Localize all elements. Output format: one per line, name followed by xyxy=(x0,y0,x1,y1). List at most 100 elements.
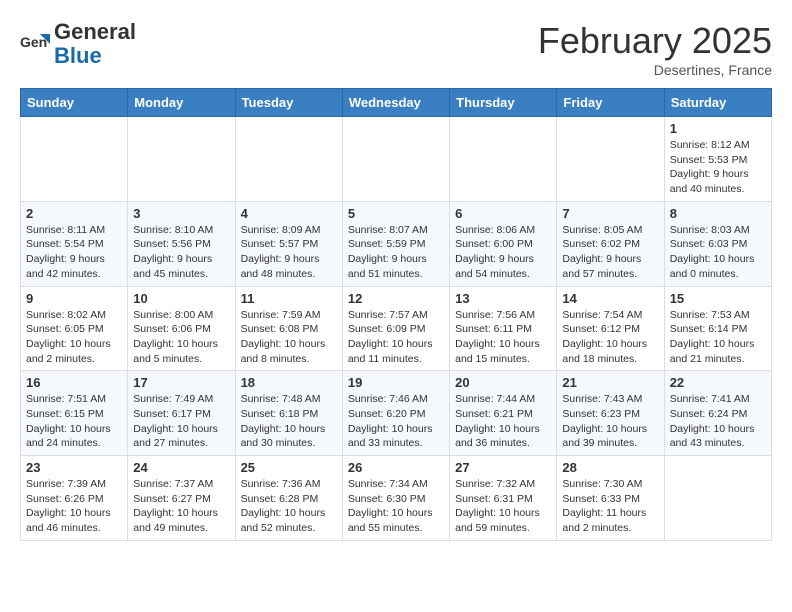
day-number: 15 xyxy=(670,291,766,306)
calendar-cell: 6Sunrise: 8:06 AM Sunset: 6:00 PM Daylig… xyxy=(450,201,557,286)
day-info: Sunrise: 8:09 AM Sunset: 5:57 PM Dayligh… xyxy=(241,223,337,282)
calendar-cell xyxy=(664,456,771,541)
location: Desertines, France xyxy=(538,62,772,78)
week-row-1: 2Sunrise: 8:11 AM Sunset: 5:54 PM Daylig… xyxy=(21,201,772,286)
day-info: Sunrise: 7:53 AM Sunset: 6:14 PM Dayligh… xyxy=(670,308,766,367)
day-number: 3 xyxy=(133,206,229,221)
logo: Gen General Blue xyxy=(20,20,136,68)
calendar-cell: 3 Sunrise: 8:10 AM Sunset: 5:56 PM Daylig… xyxy=(128,201,235,286)
weekday-header-friday: Friday xyxy=(557,89,664,117)
weekday-header-monday: Monday xyxy=(128,89,235,117)
day-info: Sunrise: 7:39 AM Sunset: 6:26 PM Dayligh… xyxy=(26,477,122,536)
day-info: Sunrise: 7:36 AM Sunset: 6:28 PM Dayligh… xyxy=(241,477,337,536)
day-number: 5 xyxy=(348,206,444,221)
logo-text: General Blue xyxy=(54,20,136,68)
calendar-cell: 9 Sunrise: 8:02 AM Sunset: 6:05 PM Daylig… xyxy=(21,286,128,371)
day-info: Sunrise: 7:59 AM Sunset: 6:08 PM Dayligh… xyxy=(241,308,337,367)
day-number: 22 xyxy=(670,375,766,390)
day-number: 18 xyxy=(241,375,337,390)
calendar-cell xyxy=(235,117,342,202)
calendar-cell: 21 Sunrise: 7:43 AM Sunset: 6:23 PM Dayli… xyxy=(557,371,664,456)
day-number: 28 xyxy=(562,460,658,475)
day-info: Sunrise: 7:30 AM Sunset: 6:33 PM Dayligh… xyxy=(562,477,658,536)
calendar-cell: 5Sunrise: 8:07 AM Sunset: 5:59 PM Daylig… xyxy=(342,201,449,286)
calendar-body: 1Sunrise: 8:12 AM Sunset: 5:53 PM Daylig… xyxy=(21,117,772,541)
day-info: Sunrise: 8:05 AM Sunset: 6:02 PM Dayligh… xyxy=(562,223,658,282)
day-info: Sunrise: 8:03 AM Sunset: 6:03 PM Dayligh… xyxy=(670,223,766,282)
header: Gen General Blue February 2025 Desertine… xyxy=(20,20,772,78)
title-block: February 2025 Desertines, France xyxy=(538,20,772,78)
calendar-cell: 4 Sunrise: 8:09 AM Sunset: 5:57 PM Daylig… xyxy=(235,201,342,286)
calendar-cell xyxy=(128,117,235,202)
day-info: Sunrise: 8:06 AM Sunset: 6:00 PM Dayligh… xyxy=(455,223,551,282)
day-number: 10 xyxy=(133,291,229,306)
day-info: Sunrise: 7:49 AM Sunset: 6:17 PM Dayligh… xyxy=(133,392,229,451)
day-number: 19 xyxy=(348,375,444,390)
calendar-cell: 10Sunrise: 8:00 AM Sunset: 6:06 PM Dayli… xyxy=(128,286,235,371)
day-info: Sunrise: 8:10 AM Sunset: 5:56 PM Dayligh… xyxy=(133,223,229,282)
day-info: Sunrise: 7:41 AM Sunset: 6:24 PM Dayligh… xyxy=(670,392,766,451)
weekday-header-sunday: Sunday xyxy=(21,89,128,117)
calendar-cell xyxy=(342,117,449,202)
day-info: Sunrise: 7:44 AM Sunset: 6:21 PM Dayligh… xyxy=(455,392,551,451)
day-info: Sunrise: 7:57 AM Sunset: 6:09 PM Dayligh… xyxy=(348,308,444,367)
calendar-cell: 19 Sunrise: 7:46 AM Sunset: 6:20 PM Dayli… xyxy=(342,371,449,456)
weekday-header-tuesday: Tuesday xyxy=(235,89,342,117)
day-info: Sunrise: 7:32 AM Sunset: 6:31 PM Dayligh… xyxy=(455,477,551,536)
day-number: 16 xyxy=(26,375,122,390)
week-row-2: 9 Sunrise: 8:02 AM Sunset: 6:05 PM Daylig… xyxy=(21,286,772,371)
calendar-cell: 26 Sunrise: 7:34 AM Sunset: 6:30 PM Dayli… xyxy=(342,456,449,541)
weekday-header-row: SundayMondayTuesdayWednesdayThursdayFrid… xyxy=(21,89,772,117)
calendar-cell: 23Sunrise: 7:39 AM Sunset: 6:26 PM Dayli… xyxy=(21,456,128,541)
calendar-cell: 25 Sunrise: 7:36 AM Sunset: 6:28 PM Dayli… xyxy=(235,456,342,541)
calendar-cell: 24 Sunrise: 7:37 AM Sunset: 6:27 PM Dayli… xyxy=(128,456,235,541)
day-number: 17 xyxy=(133,375,229,390)
calendar-cell: 27 Sunrise: 7:32 AM Sunset: 6:31 PM Dayli… xyxy=(450,456,557,541)
day-number: 25 xyxy=(241,460,337,475)
calendar-cell: 13 Sunrise: 7:56 AM Sunset: 6:11 PM Dayli… xyxy=(450,286,557,371)
day-number: 12 xyxy=(348,291,444,306)
day-number: 4 xyxy=(241,206,337,221)
day-number: 7 xyxy=(562,206,658,221)
month-title: February 2025 xyxy=(538,20,772,62)
calendar-cell: 22 Sunrise: 7:41 AM Sunset: 6:24 PM Dayli… xyxy=(664,371,771,456)
day-info: Sunrise: 7:34 AM Sunset: 6:30 PM Dayligh… xyxy=(348,477,444,536)
day-info: Sunrise: 8:02 AM Sunset: 6:05 PM Dayligh… xyxy=(26,308,122,367)
calendar-cell xyxy=(450,117,557,202)
calendar: SundayMondayTuesdayWednesdayThursdayFrid… xyxy=(20,88,772,541)
day-number: 20 xyxy=(455,375,551,390)
calendar-cell xyxy=(557,117,664,202)
week-row-3: 16Sunrise: 7:51 AM Sunset: 6:15 PM Dayli… xyxy=(21,371,772,456)
day-info: Sunrise: 7:56 AM Sunset: 6:11 PM Dayligh… xyxy=(455,308,551,367)
day-info: Sunrise: 7:46 AM Sunset: 6:20 PM Dayligh… xyxy=(348,392,444,451)
weekday-header-saturday: Saturday xyxy=(664,89,771,117)
calendar-cell: 12 Sunrise: 7:57 AM Sunset: 6:09 PM Dayli… xyxy=(342,286,449,371)
day-number: 21 xyxy=(562,375,658,390)
day-number: 14 xyxy=(562,291,658,306)
calendar-cell: 14 Sunrise: 7:54 AM Sunset: 6:12 PM Dayli… xyxy=(557,286,664,371)
day-number: 13 xyxy=(455,291,551,306)
calendar-cell: 1Sunrise: 8:12 AM Sunset: 5:53 PM Daylig… xyxy=(664,117,771,202)
day-info: Sunrise: 7:48 AM Sunset: 6:18 PM Dayligh… xyxy=(241,392,337,451)
calendar-cell: 11Sunrise: 7:59 AM Sunset: 6:08 PM Dayli… xyxy=(235,286,342,371)
calendar-cell: 17 Sunrise: 7:49 AM Sunset: 6:17 PM Dayli… xyxy=(128,371,235,456)
calendar-cell: 7 Sunrise: 8:05 AM Sunset: 6:02 PM Daylig… xyxy=(557,201,664,286)
day-number: 9 xyxy=(26,291,122,306)
week-row-0: 1Sunrise: 8:12 AM Sunset: 5:53 PM Daylig… xyxy=(21,117,772,202)
calendar-cell: 2Sunrise: 8:11 AM Sunset: 5:54 PM Daylig… xyxy=(21,201,128,286)
calendar-cell: 16Sunrise: 7:51 AM Sunset: 6:15 PM Dayli… xyxy=(21,371,128,456)
day-info: Sunrise: 7:37 AM Sunset: 6:27 PM Dayligh… xyxy=(133,477,229,536)
day-info: Sunrise: 7:43 AM Sunset: 6:23 PM Dayligh… xyxy=(562,392,658,451)
day-number: 2 xyxy=(26,206,122,221)
weekday-header-thursday: Thursday xyxy=(450,89,557,117)
calendar-cell: 18 Sunrise: 7:48 AM Sunset: 6:18 PM Dayli… xyxy=(235,371,342,456)
day-number: 24 xyxy=(133,460,229,475)
weekday-header-wednesday: Wednesday xyxy=(342,89,449,117)
day-info: Sunrise: 7:54 AM Sunset: 6:12 PM Dayligh… xyxy=(562,308,658,367)
day-number: 27 xyxy=(455,460,551,475)
logo-icon: Gen xyxy=(20,29,50,59)
day-number: 8 xyxy=(670,206,766,221)
calendar-header: SundayMondayTuesdayWednesdayThursdayFrid… xyxy=(21,89,772,117)
day-number: 26 xyxy=(348,460,444,475)
calendar-cell: 20 Sunrise: 7:44 AM Sunset: 6:21 PM Dayli… xyxy=(450,371,557,456)
